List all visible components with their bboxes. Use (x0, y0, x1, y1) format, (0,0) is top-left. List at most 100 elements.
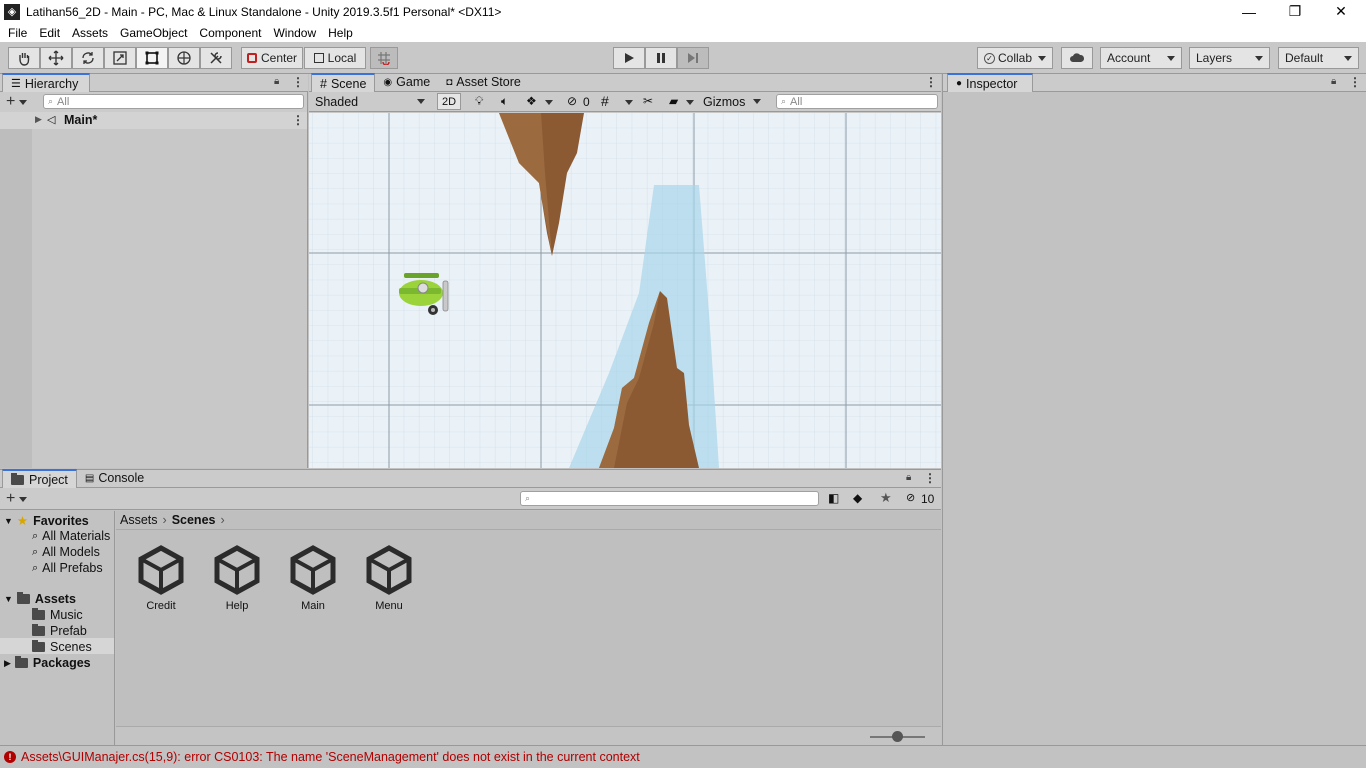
rect-tool-button[interactable] (136, 47, 168, 69)
pause-button[interactable] (645, 47, 677, 69)
tab-scene[interactable]: # Scene (311, 73, 376, 92)
scene-search-placeholder: All (790, 95, 803, 108)
chevron-down-icon[interactable] (686, 100, 694, 105)
menu-component[interactable]: Component (193, 26, 267, 40)
tools-icon[interactable]: ✂︎ (643, 94, 653, 108)
play-button[interactable] (613, 47, 645, 69)
hidden-eye-icon[interactable]: ⊘ (906, 491, 915, 504)
transform-tool-button[interactable] (168, 47, 200, 69)
step-button[interactable] (677, 47, 709, 69)
label-tag-icon[interactable]: ◆ (853, 491, 862, 505)
folder-scenes[interactable]: Scenes (32, 640, 92, 654)
folder-music[interactable]: Music (32, 608, 83, 622)
more-options-icon[interactable]: ⋮ (292, 75, 304, 89)
snap-grid-button[interactable] (370, 47, 398, 69)
2d-toggle[interactable]: 2D (437, 93, 461, 110)
scene-asset-help[interactable]: Help (207, 545, 267, 612)
lighting-bulb-icon[interactable]: 💡︎ (475, 94, 483, 109)
minimize-button[interactable]: — (1226, 0, 1272, 23)
move-icon (48, 50, 64, 66)
menu-gameobject[interactable]: GameObject (114, 26, 193, 40)
hand-tool-button[interactable] (8, 47, 40, 69)
scene-row[interactable]: ▶ ◁ Main* ⋮ (0, 112, 307, 129)
star-icon[interactable]: ★ (880, 490, 892, 506)
grid-toggle-icon[interactable]: # (601, 93, 609, 109)
expand-arrow-icon[interactable]: ▶ (35, 114, 42, 125)
camera-icon[interactable]: ▰ (669, 94, 678, 108)
menu-assets[interactable]: Assets (66, 26, 114, 40)
tab-game[interactable]: ◉ Game (375, 73, 438, 91)
search-by-type-icon[interactable]: ◧ (828, 491, 839, 505)
inspector-panel: ● Inspector 🔒︎ ⋮ (942, 73, 1366, 745)
menu-help[interactable]: Help (322, 26, 359, 40)
zoom-slider-thumb[interactable] (892, 731, 903, 742)
packages-folder-item[interactable]: ▶ Packages (4, 656, 91, 670)
scale-tool-button[interactable] (104, 47, 136, 69)
lock-icon[interactable]: 🔒︎ (274, 76, 279, 87)
create-plus-icon[interactable]: + (6, 93, 15, 111)
project-content: Assets › Scenes › Credit Help Main Menu (116, 511, 941, 746)
title-bar: ◈ Latihan56_2D - Main - PC, Mac & Linux … (0, 0, 1366, 23)
more-options-icon[interactable]: ⋮ (1349, 75, 1361, 89)
custom-tool-button[interactable] (200, 47, 232, 69)
favorite-all-materials[interactable]: ⌕ All Materials (32, 529, 110, 543)
account-dropdown[interactable]: Account (1100, 47, 1182, 69)
restore-button[interactable]: ❐ (1272, 0, 1318, 23)
lock-icon[interactable]: 🔒︎ (1331, 76, 1336, 87)
folder-prefab[interactable]: Prefab (32, 624, 87, 638)
space-label: Local (327, 51, 357, 65)
cloud-services-button[interactable] (1061, 47, 1093, 69)
favorites-item[interactable]: ▼ ★ Favorites (4, 513, 89, 529)
layout-dropdown[interactable]: Default (1278, 47, 1359, 69)
scene-search-input[interactable]: ⌕ All (776, 94, 938, 109)
menu-file[interactable]: File (2, 26, 33, 40)
tab-project[interactable]: Project (2, 469, 77, 488)
pivot-space-toggle[interactable]: Local (304, 47, 366, 69)
effects-icon[interactable]: ❖ (526, 94, 537, 108)
more-options-icon[interactable]: ⋮ (924, 471, 936, 485)
shading-mode-dropdown[interactable]: Shaded (311, 93, 429, 110)
breadcrumb-scenes[interactable]: Scenes (172, 513, 216, 527)
pause-icon (657, 53, 665, 63)
assets-folder-item[interactable]: ▼ Assets (4, 592, 76, 606)
hidden-eye-icon[interactable]: ⊘ (567, 94, 577, 108)
menu-edit[interactable]: Edit (33, 26, 66, 40)
project-tree: ▼ ★ Favorites ⌕ All Materials ⌕ All Models… (0, 511, 115, 746)
create-plus-icon[interactable]: + (6, 490, 15, 508)
tab-asset-store[interactable]: ◘ Asset Store (438, 73, 529, 91)
layers-dropdown[interactable]: Layers (1189, 47, 1270, 69)
folder-icon (32, 624, 45, 636)
favorite-all-models[interactable]: ⌕ All Models (32, 545, 100, 559)
chevron-down-icon[interactable] (625, 100, 633, 105)
close-button[interactable]: ✕ (1318, 0, 1364, 23)
scene-asset-main[interactable]: Main (283, 545, 343, 612)
chevron-down-icon[interactable] (19, 100, 27, 105)
console-error-message: Assets\GUIManajer.cs(15,9): error CS0103… (21, 750, 640, 764)
scene-asset-menu[interactable]: Menu (359, 545, 419, 612)
scene-options-icon[interactable]: ⋮ (292, 113, 304, 127)
project-hidden-count: 10 (921, 492, 935, 506)
chevron-down-icon[interactable] (19, 497, 27, 502)
gizmos-dropdown[interactable]: Gizmos (699, 93, 765, 110)
hierarchy-search-input[interactable]: ⌕ All (43, 94, 304, 109)
favorite-all-prefabs[interactable]: ⌕ All Prefabs (32, 561, 103, 575)
lock-icon[interactable]: 🔒︎ (906, 472, 911, 483)
tab-console[interactable]: ▤ Console (77, 469, 152, 487)
scene-asset-credit[interactable]: Credit (131, 545, 191, 612)
move-tool-button[interactable] (40, 47, 72, 69)
scene-viewport[interactable] (309, 113, 941, 468)
project-search-input[interactable]: ⌕ (520, 491, 819, 506)
pivot-center-toggle[interactable]: Center (241, 47, 303, 69)
menu-window[interactable]: Window (267, 26, 322, 40)
tab-hierarchy[interactable]: ☰ Hierarchy (2, 73, 90, 92)
more-options-icon[interactable]: ⋮ (925, 75, 937, 89)
rotate-tool-button[interactable] (72, 47, 104, 69)
audio-speaker-icon[interactable]: 🔈︎ (501, 94, 508, 109)
status-bar[interactable]: ! Assets\GUIManajer.cs(15,9): error CS01… (0, 745, 1366, 768)
breadcrumb-assets[interactable]: Assets (120, 513, 158, 527)
tab-inspector[interactable]: ● Inspector (947, 73, 1033, 92)
collab-dropdown[interactable]: ✓ Collab (977, 47, 1053, 69)
chevron-down-icon[interactable] (545, 100, 553, 105)
collapse-arrow-icon: ▼ (4, 515, 13, 526)
scene-tabs: # Scene ◉ Game ◘ Asset Store ⋮ (309, 73, 941, 92)
